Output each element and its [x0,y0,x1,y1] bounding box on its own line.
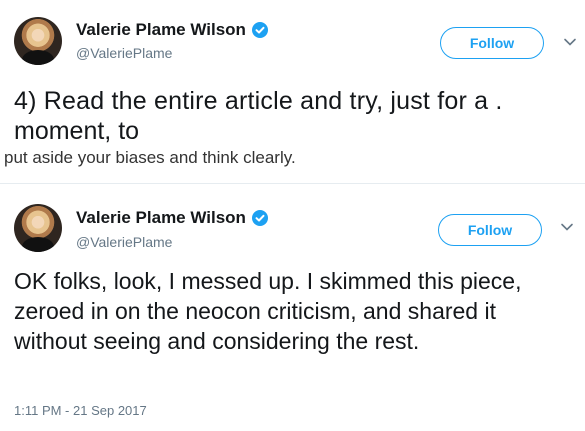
author-name[interactable]: Valerie Plame Wilson [76,208,246,228]
avatar[interactable] [14,204,62,252]
chevron-down-icon[interactable] [560,220,574,234]
chevron-down-icon[interactable] [563,35,577,49]
tweet-2: Valerie Plame Wilson @ValeriePlame Follo… [0,190,585,431]
tweet-text-line: 4) Read the entire article and try, just… [14,87,503,115]
verified-badge-icon [251,22,268,38]
tweet-text-line: put aside your biases and think clearly. [4,148,296,167]
follow-button[interactable]: Follow [438,214,542,246]
follow-button[interactable]: Follow [440,27,544,59]
author-handle[interactable]: @ValeriePlame [76,45,172,61]
author-handle[interactable]: @ValeriePlame [76,234,172,250]
author-row: Valerie Plame Wilson [76,20,268,40]
tweet-1: Valerie Plame Wilson @ValeriePlame Follo… [0,0,585,180]
author-row: Valerie Plame Wilson [76,208,268,228]
avatar[interactable] [14,17,62,65]
divider [0,183,585,184]
tweet-text-line: moment, to [14,117,140,145]
author-name[interactable]: Valerie Plame Wilson [76,20,246,40]
verified-badge-icon [251,210,268,226]
tweet-text: OK folks, look, I messed up. I skimmed t… [14,268,522,354]
tweet-timestamp[interactable]: 1:11 PM - 21 Sep 2017 [14,403,147,418]
